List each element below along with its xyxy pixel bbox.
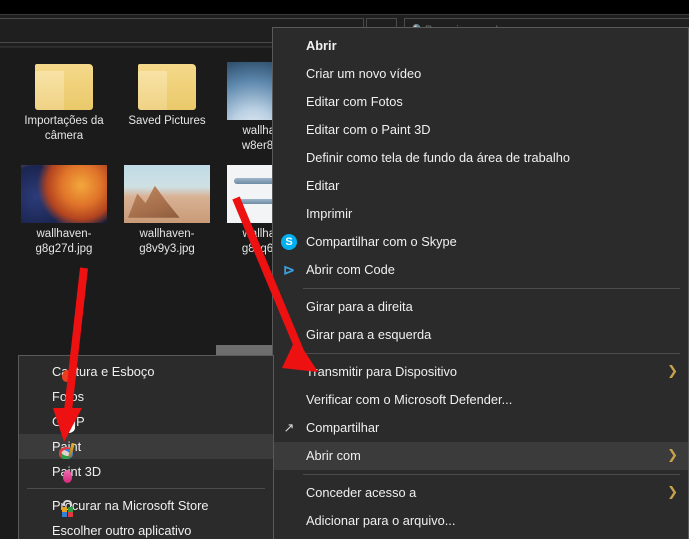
menu-item-girar-esquerda[interactable]: Girar para a esquerda bbox=[273, 321, 688, 349]
list-item[interactable]: wallhaven-g8g27d.jpg bbox=[10, 165, 118, 257]
menu-item-label: Editar com o Paint 3D bbox=[306, 122, 431, 137]
vscode-icon: ⊳ bbox=[282, 261, 296, 279]
menu-separator bbox=[303, 353, 680, 354]
menu-item-label: Adicionar para o arquivo... bbox=[306, 513, 456, 528]
list-item[interactable]: Saved Pictures bbox=[113, 62, 221, 129]
chevron-right-icon: ❯ bbox=[667, 364, 678, 379]
menu-item-label: Compartilhar com o Skype bbox=[306, 234, 457, 249]
menu-item-label: Imprimir bbox=[306, 206, 353, 221]
menu-item-verificar-defender[interactable]: Verificar com o Microsoft Defender... bbox=[273, 386, 688, 414]
folder-icon bbox=[138, 62, 196, 110]
menu-item-label: Abrir bbox=[306, 38, 337, 53]
menu-item-label: Conceder acesso a bbox=[306, 485, 417, 500]
menu-item-label: Definir como tela de fundo da área de tr… bbox=[306, 150, 570, 165]
submenu-item-procurar-na-microsoft-store[interactable]: Procurar na Microsoft Store bbox=[19, 493, 273, 518]
file-label: Saved Pictures bbox=[128, 115, 206, 127]
menu-item-girar-direita[interactable]: Girar para a direita bbox=[273, 293, 688, 321]
menu-item-compartilhar[interactable]: ↗ Compartilhar bbox=[273, 414, 688, 442]
menu-item-abrir[interactable]: Abrir bbox=[273, 32, 688, 60]
submenu-item-label: Fotos bbox=[52, 389, 85, 404]
menu-item-label: Abrir com Code bbox=[306, 262, 395, 277]
image-thumbnail bbox=[21, 165, 107, 223]
menu-item-label: Verificar com o Microsoft Defender... bbox=[306, 392, 513, 407]
menu-item-compartilhar-com-skype[interactable]: S Compartilhar com o Skype bbox=[273, 228, 688, 256]
file-label: wallhaven-g8v9y3.jpg bbox=[139, 228, 195, 255]
skype-icon: S bbox=[281, 234, 297, 250]
menu-item-abrir-com-code[interactable]: ⊳ Abrir com Code bbox=[273, 256, 688, 284]
image-thumbnail bbox=[124, 165, 210, 223]
menu-item-label: Girar para a direita bbox=[306, 299, 413, 314]
menu-item-label: Editar com Fotos bbox=[306, 94, 403, 109]
menu-item-label: Abrir com bbox=[306, 448, 361, 463]
menu-item-label: Girar para a esquerda bbox=[306, 327, 432, 342]
menu-item-adicionar-para-rar[interactable]: Adicionar para "wallhaven-w8er86.rar" bbox=[273, 535, 688, 539]
submenu-item-paint[interactable]: Paint bbox=[19, 434, 273, 459]
menu-item-label: Criar um novo vídeo bbox=[306, 66, 422, 81]
screen: ↻ 🔍 Pesquisar em Imagens Importações da … bbox=[0, 0, 689, 539]
menu-separator bbox=[303, 288, 680, 289]
submenu-item-captura-e-esboco[interactable]: Captura e Esboço bbox=[19, 359, 273, 384]
menu-item-definir-tela-de-fundo[interactable]: Definir como tela de fundo da área de tr… bbox=[273, 144, 688, 172]
list-item[interactable]: wallhaven-g8v9y3.jpg bbox=[113, 165, 221, 257]
submenu-item-escolher-outro-aplicativo[interactable]: Escolher outro aplicativo bbox=[19, 518, 273, 539]
menu-item-label: Transmitir para Dispositivo bbox=[306, 364, 457, 379]
share-icon: ↗ bbox=[283, 420, 295, 435]
file-label: wallhaven-g8g27d.jpg bbox=[35, 228, 93, 255]
submenu-item-label: Procurar na Microsoft Store bbox=[52, 498, 209, 513]
menu-item-editar-com-fotos[interactable]: Editar com Fotos bbox=[273, 88, 688, 116]
list-item[interactable]: Importações da câmera bbox=[10, 62, 118, 144]
submenu-separator bbox=[27, 488, 265, 489]
menu-item-label: Editar bbox=[306, 178, 340, 193]
open-with-submenu: Captura e Esboço Fotos GIMP Paint Paint … bbox=[18, 355, 274, 539]
menu-item-editar[interactable]: Editar bbox=[273, 172, 688, 200]
file-label: Importações da câmera bbox=[24, 115, 104, 142]
menu-item-imprimir[interactable]: Imprimir bbox=[273, 200, 688, 228]
submenu-item-label: Paint 3D bbox=[52, 464, 102, 479]
context-menu: Abrir Criar um novo vídeo Editar com Fot… bbox=[272, 27, 689, 539]
menu-separator bbox=[303, 474, 680, 475]
folder-icon bbox=[35, 62, 93, 110]
menu-item-adicionar-para-o-arquivo[interactable]: Adicionar para o arquivo... bbox=[273, 507, 688, 535]
chevron-right-icon: ❯ bbox=[667, 485, 678, 500]
menu-item-criar-novo-video[interactable]: Criar um novo vídeo bbox=[273, 60, 688, 88]
submenu-item-gimp[interactable]: GIMP bbox=[19, 409, 273, 434]
menu-item-abrir-com[interactable]: Abrir com ❯ bbox=[273, 442, 688, 470]
menu-item-conceder-acesso-a[interactable]: Conceder acesso a ❯ bbox=[273, 479, 688, 507]
menu-item-label: Compartilhar bbox=[306, 420, 380, 435]
menu-item-transmitir-para-dispositivo[interactable]: Transmitir para Dispositivo ❯ bbox=[273, 358, 688, 386]
menu-item-editar-com-paint-3d[interactable]: Editar com o Paint 3D bbox=[273, 116, 688, 144]
submenu-item-fotos[interactable]: Fotos bbox=[19, 384, 273, 409]
submenu-item-label: Escolher outro aplicativo bbox=[52, 523, 192, 538]
chevron-right-icon: ❯ bbox=[667, 448, 678, 463]
submenu-item-paint-3d[interactable]: Paint 3D bbox=[19, 459, 273, 484]
